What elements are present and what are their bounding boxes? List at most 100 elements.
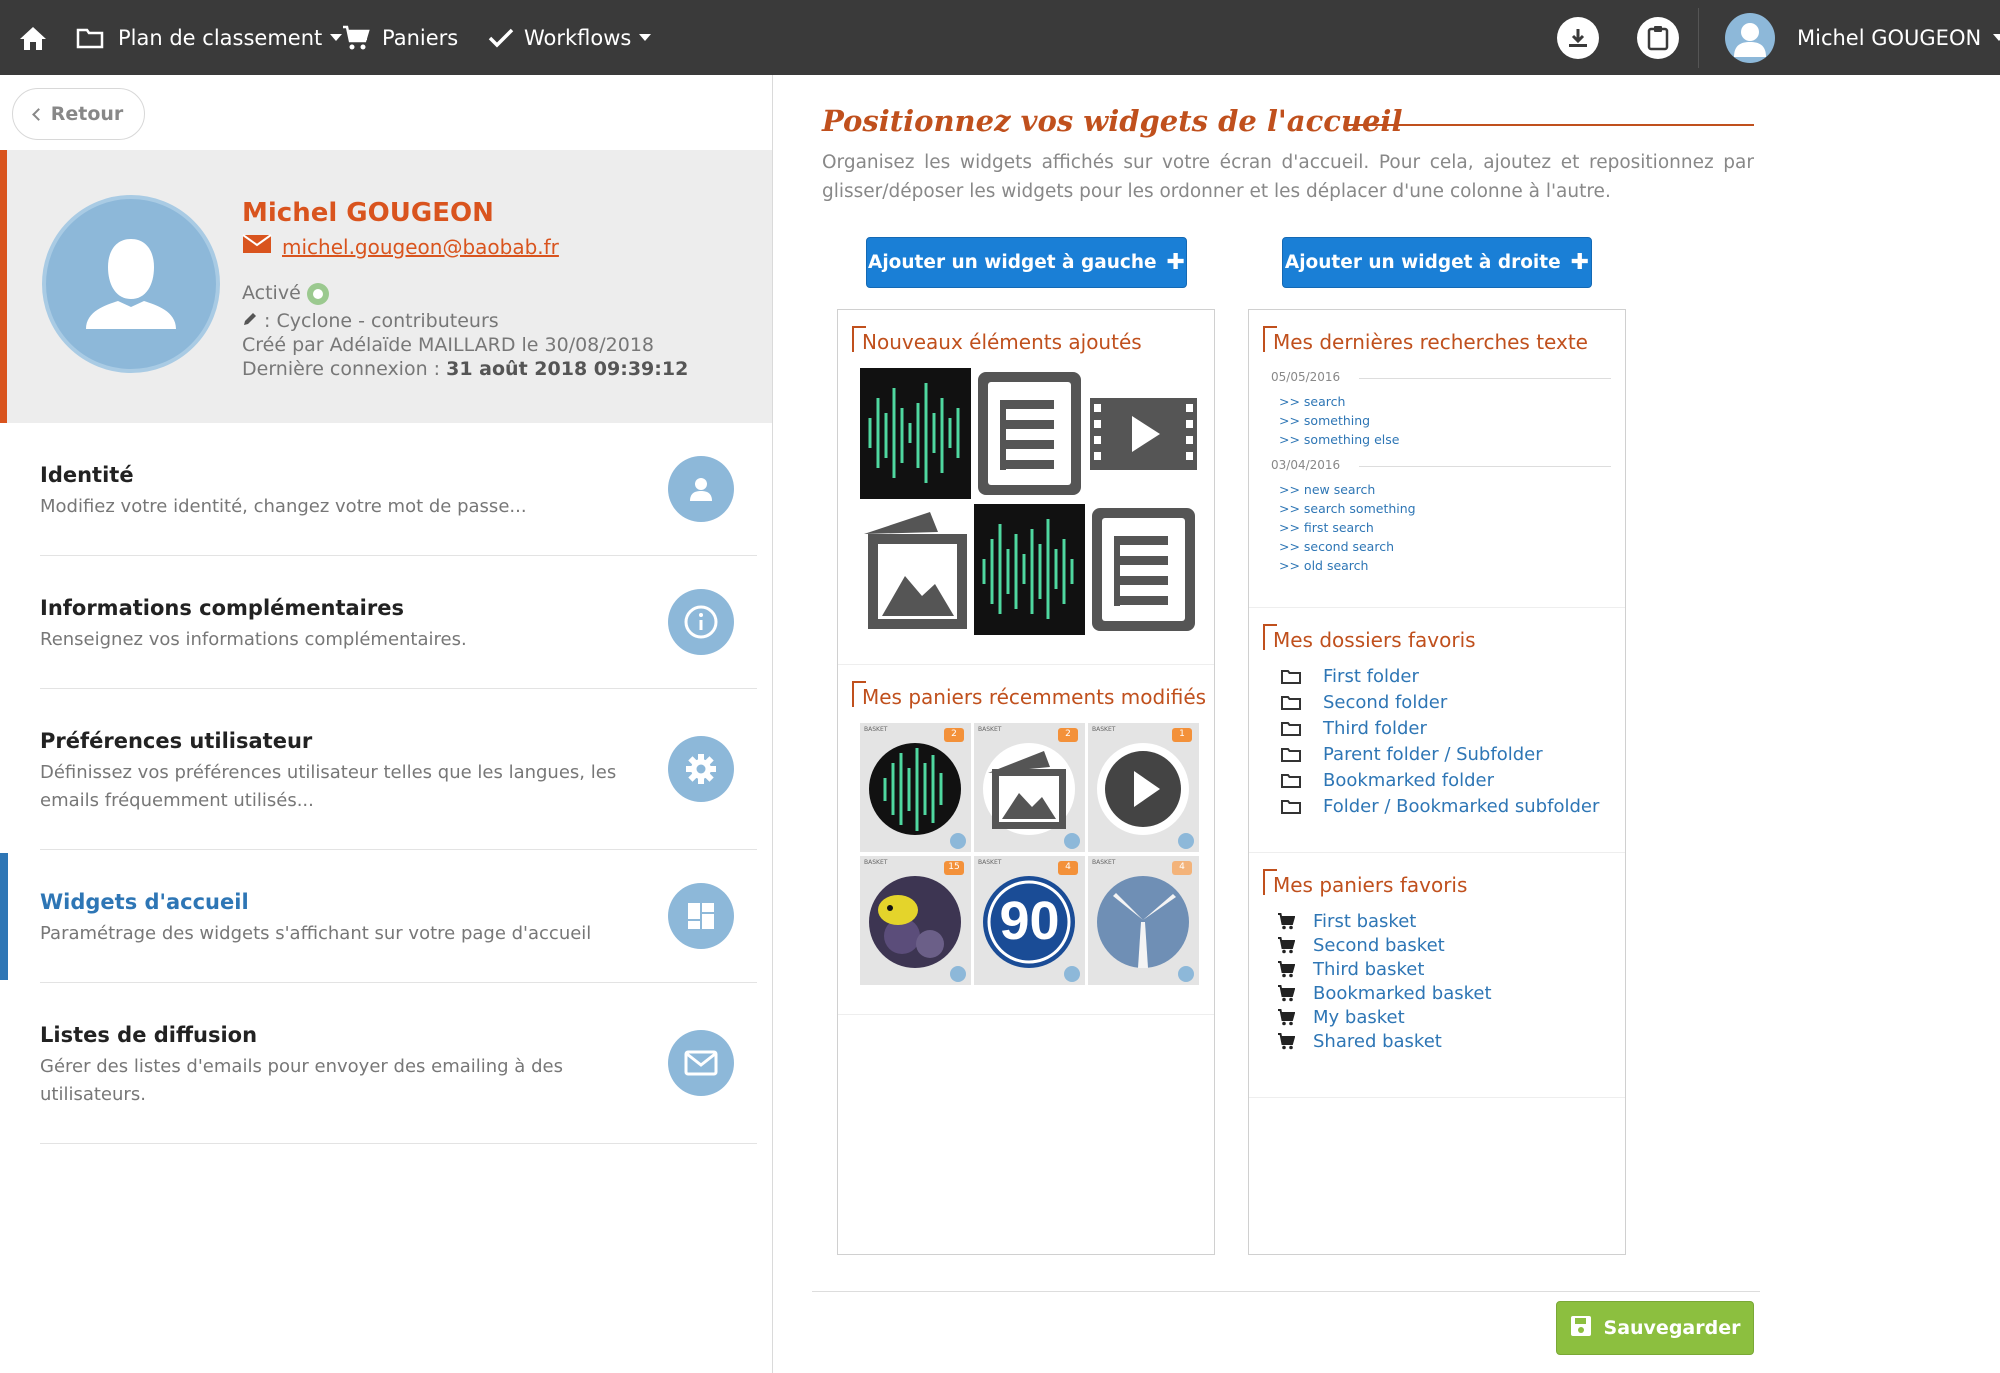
widget-favorite-folders[interactable]: Mes dossiers favoris First folder Second… bbox=[1249, 608, 1625, 853]
favorite-folder-item[interactable]: Second folder bbox=[1281, 692, 1447, 713]
search-link[interactable]: >> second search bbox=[1279, 539, 1394, 554]
menu-item-desc: Gérer des listes d'emails pour envoyer d… bbox=[40, 1056, 563, 1105]
thumb-image[interactable] bbox=[860, 504, 971, 635]
folder-label: First folder bbox=[1323, 666, 1419, 687]
favorite-folder-item[interactable]: Folder / Bookmarked subfolder bbox=[1281, 796, 1599, 817]
profile-last-login: Dernière connexion : 31 août 2018 09:39:… bbox=[242, 358, 688, 380]
favorite-basket-item[interactable]: First basket bbox=[1277, 911, 1416, 932]
folder-label: Second folder bbox=[1323, 692, 1448, 713]
favorite-basket-item[interactable]: Bookmarked basket bbox=[1277, 983, 1492, 1004]
favorite-basket-item[interactable]: Shared basket bbox=[1277, 1031, 1442, 1052]
user-menu[interactable]: Michel GOUGEON bbox=[1797, 0, 2000, 75]
search-link[interactable]: >> old search bbox=[1279, 558, 1368, 573]
menu-item-title: Identité bbox=[40, 463, 134, 487]
favorite-basket-item[interactable]: Third basket bbox=[1277, 959, 1424, 980]
basket-thumb[interactable]: BASKET 15 bbox=[860, 856, 971, 985]
mail-icon bbox=[668, 1030, 734, 1096]
basket-label: Shared basket bbox=[1313, 1031, 1442, 1052]
favorite-folder-item[interactable]: Bookmarked folder bbox=[1281, 770, 1494, 791]
search-link[interactable]: >> something else bbox=[1279, 432, 1399, 447]
basket-label: First basket bbox=[1313, 911, 1417, 932]
favorite-folder-item[interactable]: First folder bbox=[1281, 666, 1419, 687]
profile-status: Activé bbox=[242, 282, 301, 304]
thumb-document[interactable] bbox=[974, 368, 1085, 499]
basket-thumb[interactable]: 90 BASKET 4 bbox=[974, 856, 1085, 985]
page-title: Positionnez vos widgets de l'accueil bbox=[822, 104, 1403, 138]
favorite-basket-item[interactable]: My basket bbox=[1277, 1007, 1405, 1028]
search-date: 03/04/2016 bbox=[1271, 458, 1341, 472]
cart-icon bbox=[342, 25, 370, 51]
thumb-audio[interactable] bbox=[860, 368, 971, 499]
basket-fish-photo-icon bbox=[860, 856, 971, 985]
search-separator bbox=[1359, 378, 1611, 379]
info-icon bbox=[668, 589, 734, 655]
download-button[interactable] bbox=[1557, 17, 1599, 59]
nav-paniers[interactable]: Paniers bbox=[342, 0, 458, 75]
menu-item-informations[interactable]: Informations complémentaires Renseignez … bbox=[40, 556, 757, 689]
widget-recent-baskets[interactable]: Mes paniers récemments modifiés BASKET 2… bbox=[838, 665, 1214, 1015]
widget-title: Mes dernières recherches texte bbox=[1263, 326, 1588, 354]
profile-email-link[interactable]: michel.gougeon@baobab.fr bbox=[282, 235, 559, 259]
download-icon bbox=[1566, 26, 1590, 50]
search-link[interactable]: >> first search bbox=[1279, 520, 1374, 535]
thumb-document-2[interactable] bbox=[1088, 504, 1199, 635]
plus-icon: ✚ bbox=[1570, 250, 1590, 275]
menu-item-preferences[interactable]: Préférences utilisateur Définissez vos p… bbox=[40, 689, 757, 850]
nav-workflows[interactable]: Workflows bbox=[488, 0, 652, 75]
basket-thumb[interactable]: BASKET 4 bbox=[1088, 856, 1199, 985]
menu-item-widgets[interactable]: Widgets d'accueil Paramétrage des widget… bbox=[40, 850, 757, 983]
last-login-label: Dernière connexion : bbox=[242, 358, 447, 380]
widget-favorite-baskets[interactable]: Mes paniers favoris First basket Second … bbox=[1249, 853, 1625, 1098]
search-link[interactable]: >> new search bbox=[1279, 482, 1375, 497]
save-label: Sauvegarder bbox=[1603, 1317, 1741, 1339]
menu-item-desc: Paramétrage des widgets s'affichant sur … bbox=[40, 923, 592, 944]
basket-count: 2 bbox=[1065, 729, 1071, 739]
profile-avatar bbox=[42, 195, 220, 373]
widget-recent-searches[interactable]: Mes dernières recherches texte 05/05/201… bbox=[1249, 310, 1625, 608]
add-widget-right-button[interactable]: Ajouter un widget à droite ✚ bbox=[1282, 237, 1592, 288]
home-icon[interactable] bbox=[18, 0, 48, 75]
nav-plan-de-classement[interactable]: Plan de classement bbox=[76, 0, 343, 75]
menu-item-listes[interactable]: Listes de diffusion Gérer des listes d'e… bbox=[40, 983, 757, 1144]
basket-tag: BASKET bbox=[978, 859, 1002, 866]
basket-audio-icon bbox=[860, 723, 971, 852]
widget-column-right[interactable]: Mes dernières recherches texte 05/05/201… bbox=[1248, 309, 1626, 1255]
image-icon bbox=[860, 504, 971, 635]
document-icon bbox=[1088, 504, 1199, 635]
gear-icon bbox=[668, 736, 734, 802]
check-icon bbox=[488, 27, 514, 49]
cart-icon bbox=[1277, 1009, 1297, 1026]
clipboard-button[interactable] bbox=[1637, 17, 1679, 59]
basket-tag: BASKET bbox=[1092, 726, 1116, 733]
favorite-folder-item[interactable]: Third folder bbox=[1281, 718, 1427, 739]
chevron-down-icon bbox=[330, 34, 343, 41]
basket-label: Bookmarked basket bbox=[1313, 983, 1492, 1004]
widget-new-items[interactable]: Nouveaux éléments ajoutés bbox=[838, 310, 1214, 665]
favorite-folder-item[interactable]: Parent folder / Subfolder bbox=[1281, 744, 1543, 765]
user-avatar[interactable] bbox=[1725, 13, 1775, 63]
menu-item-desc: Définissez vos préférences utilisateur t… bbox=[40, 762, 617, 811]
search-link[interactable]: >> something bbox=[1279, 413, 1370, 428]
back-button[interactable]: Retour bbox=[12, 88, 145, 140]
cart-icon bbox=[1277, 961, 1297, 978]
thumb-video[interactable] bbox=[1088, 368, 1199, 499]
active-menu-indicator bbox=[0, 853, 8, 980]
basket-thumb[interactable]: BASKET 2 bbox=[974, 723, 1085, 852]
favorite-basket-item[interactable]: Second basket bbox=[1277, 935, 1445, 956]
search-date: 05/05/2016 bbox=[1271, 370, 1341, 384]
basket-thumb[interactable]: BASKET 2 bbox=[860, 723, 971, 852]
search-separator bbox=[1359, 466, 1611, 467]
search-link[interactable]: >> search bbox=[1279, 394, 1345, 409]
widget-column-left[interactable]: Nouveaux éléments ajoutés Mes paniers ré… bbox=[837, 309, 1215, 1255]
audio-waveform-icon bbox=[860, 368, 971, 499]
basket-wind-turbine-icon bbox=[1088, 856, 1199, 985]
basket-tag: BASKET bbox=[978, 726, 1002, 733]
menu-item-identite[interactable]: Identité Modifiez votre identité, change… bbox=[40, 423, 757, 556]
search-link[interactable]: >> search something bbox=[1279, 501, 1416, 516]
add-widget-left-label: Ajouter un widget à gauche bbox=[868, 252, 1157, 273]
add-widget-left-button[interactable]: Ajouter un widget à gauche ✚ bbox=[866, 237, 1187, 288]
thumb-audio-2[interactable] bbox=[974, 504, 1085, 635]
save-button[interactable]: Sauvegarder bbox=[1556, 1301, 1754, 1355]
title-underline bbox=[1346, 124, 1754, 126]
basket-thumb[interactable]: BASKET 1 bbox=[1088, 723, 1199, 852]
